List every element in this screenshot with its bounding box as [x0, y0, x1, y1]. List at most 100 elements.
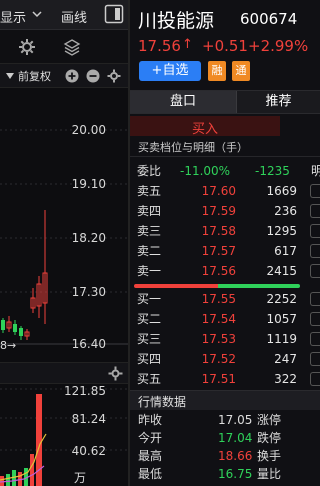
divider-line: [130, 156, 320, 157]
detail-edge: [310, 224, 320, 238]
caret-down-icon[interactable]: [6, 73, 14, 79]
weibi-percent: -11.00%: [180, 164, 231, 178]
ask-label: 卖二: [137, 244, 162, 258]
draw-line-button[interactable]: 画线: [61, 7, 87, 26]
ask-price: 17.58: [201, 224, 236, 238]
fullscreen-icon[interactable]: [104, 4, 124, 24]
quote-panel: 川投能源 600674 17.56 ↑ +0.51 +2.99% +自选 融 通…: [130, 0, 320, 486]
price-tick: 19.10: [71, 177, 106, 191]
bid-volume: 247: [274, 352, 297, 366]
ask-row[interactable]: 卖五 17.60 1669: [130, 181, 320, 201]
prev-close-value: 17.05: [218, 413, 253, 427]
price-change: +0.51: [202, 37, 248, 55]
bid-row[interactable]: 买二 17.54 1057: [130, 309, 320, 329]
high-value: 18.66: [218, 449, 253, 463]
volume-chart[interactable]: [0, 384, 128, 486]
detail-edge: [310, 372, 320, 386]
bid-volume: 2252: [266, 292, 297, 306]
weibi-label: 委比: [137, 164, 162, 178]
ask-volume: 2415: [266, 264, 297, 278]
bid-price: 17.51: [201, 372, 236, 386]
ask-label: 卖五: [137, 184, 162, 198]
open-value: 17.04: [218, 431, 253, 445]
adjust-mode-label[interactable]: 前复权: [18, 68, 51, 84]
zoom-in-icon[interactable]: [65, 69, 79, 83]
ask-row[interactable]: 卖二 17.57 617: [130, 241, 320, 261]
bid-volume: 1057: [266, 312, 297, 326]
price-tick: 16.40: [71, 337, 106, 351]
bid-label: 买五: [137, 372, 162, 386]
adjustment-bar: 前复权: [0, 64, 128, 88]
price-tick: 18.20: [71, 231, 106, 245]
detail-edge: [310, 204, 320, 218]
section-title: 买卖档位与明细（手）: [138, 141, 248, 154]
display-menu[interactable]: 显示: [0, 7, 26, 26]
chart-toolbar-secondary: [0, 30, 128, 64]
quote-section-title: 行情数据: [138, 395, 187, 409]
low-marker: 8→: [0, 339, 17, 352]
price-tick: 17.30: [71, 285, 106, 299]
ask-price: 17.56: [201, 264, 236, 278]
chart-toolbar: 显示 画线: [0, 0, 128, 30]
ask-price: 17.57: [201, 244, 236, 258]
turnover-label: 换手: [257, 449, 282, 463]
buy-header-bar[interactable]: 买入: [130, 116, 280, 137]
tab-pankou[interactable]: 盘口: [130, 91, 236, 113]
detail-edge: [310, 332, 320, 346]
zoom-out-icon[interactable]: [86, 69, 100, 83]
settings-gear-icon[interactable]: [107, 69, 121, 83]
bid-label: 买三: [137, 332, 162, 346]
detail-edge: [310, 312, 320, 326]
high-label: 最高: [138, 449, 163, 463]
ask-row[interactable]: 卖一 17.56 2415: [130, 261, 320, 281]
quote-section-header: 行情数据: [130, 390, 320, 410]
ask-row[interactable]: 卖三 17.58 1295: [130, 221, 320, 241]
ask-volume: 617: [274, 244, 297, 258]
bid-price: 17.53: [201, 332, 236, 346]
ask-volume: 236: [274, 204, 297, 218]
detail-edge: [310, 352, 320, 366]
layers-icon[interactable]: [63, 38, 81, 56]
ask-price: 17.59: [201, 204, 236, 218]
margin-tag[interactable]: 融: [208, 61, 226, 81]
volume-ratio-label: 量比: [257, 467, 282, 481]
ask-label: 卖四: [137, 204, 162, 218]
open-label: 今开: [138, 431, 163, 445]
ask-volume: 1669: [266, 184, 297, 198]
chevron-down-icon[interactable]: [32, 10, 42, 18]
bid-row[interactable]: 买五 17.51 322: [130, 369, 320, 389]
volume-toolbar: [0, 362, 128, 384]
low-value: 16.75: [218, 467, 253, 481]
weibi-diff: -1235: [255, 164, 290, 178]
stock-name: 川投能源: [138, 10, 215, 32]
tab-bar: 盘口 推荐: [130, 90, 320, 114]
bid-volume: 1119: [266, 332, 297, 346]
ask-row[interactable]: 卖四 17.59 236: [130, 201, 320, 221]
volume-tick: 81.24: [71, 412, 106, 426]
gear-icon[interactable]: [18, 38, 36, 56]
bid-row[interactable]: 买一 17.55 2252: [130, 289, 320, 309]
connect-tag[interactable]: 通: [232, 61, 250, 81]
volume-tick: 121.85: [64, 384, 106, 398]
add-watchlist-button[interactable]: +自选: [139, 61, 201, 81]
kline-chart-panel[interactable]: 显示 画线 前复权 8→ 20.00 19.10 18.20 17.30 16.…: [0, 0, 128, 486]
weibi-row: 委比 -11.00% -1235 明: [130, 161, 320, 181]
bid-label: 买二: [137, 312, 162, 326]
detail-edge: [310, 184, 320, 198]
volume-settings-gear-icon[interactable]: [108, 366, 123, 381]
buy-header-label[interactable]: 买入: [192, 118, 218, 137]
candles: [1, 210, 48, 340]
price-change-pct: +2.99%: [248, 37, 309, 55]
limit-up-label: 涨停: [257, 413, 282, 427]
limit-down-label: 跌停: [257, 431, 282, 445]
detail-edge: [310, 264, 320, 278]
bid-row[interactable]: 买三 17.53 1119: [130, 329, 320, 349]
bid-price: 17.52: [201, 352, 236, 366]
detail-edge: [310, 244, 320, 258]
detail-edge: [310, 292, 320, 306]
low-label: 最低: [138, 467, 163, 481]
weibi-side: 明: [311, 164, 320, 178]
bid-row[interactable]: 买四 17.52 247: [130, 349, 320, 369]
tab-tuijian[interactable]: 推荐: [237, 91, 320, 113]
bid-volume: 322: [274, 372, 297, 386]
